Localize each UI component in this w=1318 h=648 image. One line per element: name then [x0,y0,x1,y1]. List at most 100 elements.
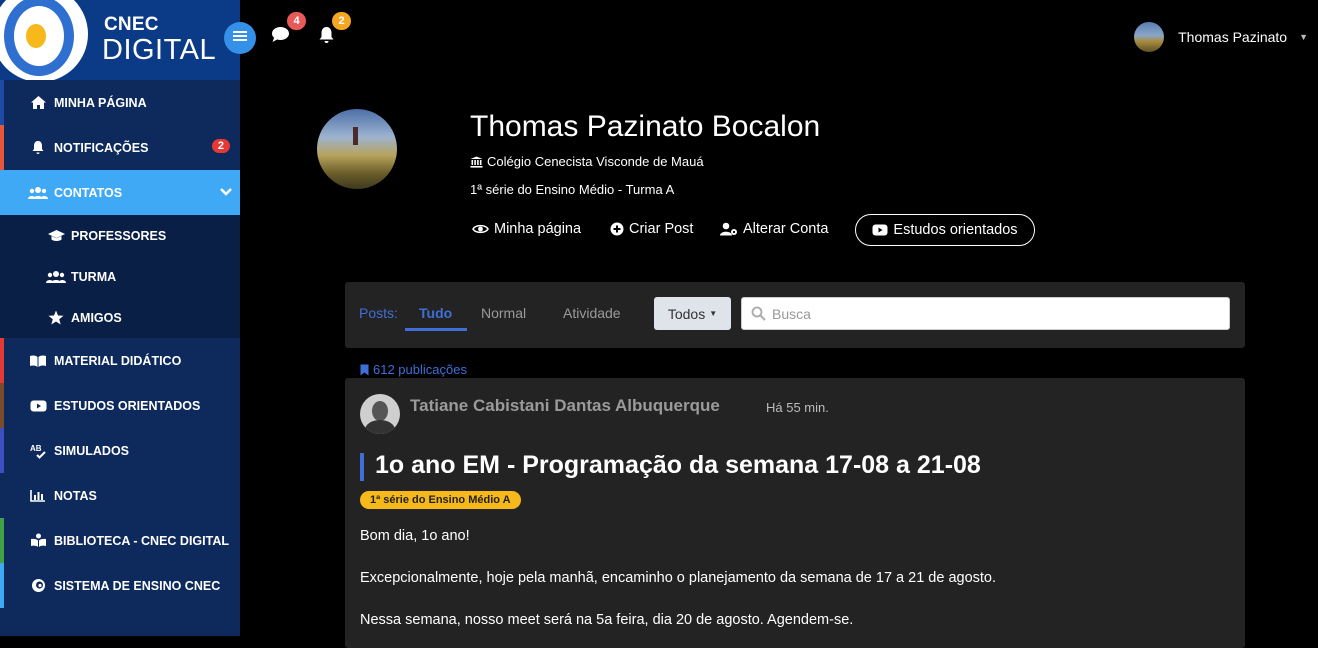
bell-icon [28,140,48,156]
guided-studies-label: Estudos orientados [893,222,1018,238]
star-icon [46,310,66,326]
active-tab-indicator [405,328,467,331]
post-paragraph: Bom dia, 1o ano! [360,528,470,544]
svg-text:AB: AB [30,444,42,453]
caret-down-icon: ▼ [1299,32,1308,42]
post-paragraph: Excepcionalmente, hoje pela manhã, encam… [360,570,997,586]
posts-filter-bar: Posts: Tudo Normal Atividade Todos ▼ [345,282,1245,348]
post-paragraph: Nessa semana, nosso meet será na 5a feir… [360,612,854,628]
sidebar-item-label: SISTEMA DE ENSINO CNEC [54,578,221,593]
post-time: Há 55 min. [766,400,829,415]
youtube-icon [28,398,48,414]
dropdown-value: Todos [667,305,706,322]
tab-tudo[interactable]: Tudo [419,305,452,321]
sidebar-item-estudos-orientados[interactable]: ESTUDOS ORIENTADOS [0,383,240,428]
search-field [741,297,1230,330]
sidebar-subitem-label: TURMA [71,269,117,284]
caret-down-icon: ▼ [709,309,718,318]
sidebar-menu: MINHA PÁGINA NOTIFICAÇÕES 2 CONTATOS PRO… [0,80,240,608]
sidebar: CNEC DIGITAL MINHA PÁGINA NOTIFICAÇÕES 2… [0,0,240,636]
spellcheck-icon: AB [28,443,48,459]
home-icon [28,95,48,111]
messages-button[interactable] [271,26,290,48]
institution-icon [470,156,483,168]
sidebar-item-label: SIMULADOS [54,443,129,458]
avatar-head [372,401,388,421]
profile-class: 1ª série do Ensino Médio - Turma A [470,182,675,197]
users-icon [28,185,48,201]
publications-count: 612 publicações [360,362,467,377]
plus-circle-icon [610,222,624,236]
post-class-tag: 1ª série do Ensino Médio A [360,491,521,509]
sidebar-item-contatos[interactable]: CONTATOS [0,170,240,215]
bookmark-icon [360,364,369,376]
create-post-label: Criar Post [629,221,694,237]
my-page-label: Minha página [494,221,582,237]
sidebar-item-simulados[interactable]: AB SIMULADOS [0,428,240,473]
post-author[interactable]: Tatiane Cabistani Dantas Albuquerque [410,396,720,416]
avatar-body [365,420,395,434]
sidebar-item-label: CONTATOS [54,185,123,200]
book-icon [28,353,48,369]
my-page-link[interactable]: Minha página [472,221,581,237]
post-card: Tatiane Cabistani Dantas Albuquerque Há … [345,378,1245,648]
avatar-figure [353,127,358,145]
sidebar-item-biblioteca[interactable]: BIBLIOTECA - CNEC DIGITAL [0,518,240,563]
change-account-button[interactable]: Alterar Conta [720,221,828,237]
profile-school: Colégio Cenecista Visconde de Mauá [470,154,704,169]
create-post-button[interactable]: Criar Post [610,221,693,237]
tab-normal[interactable]: Normal [481,305,526,321]
posts-label: Posts: [359,305,398,321]
hamburger-icon [233,29,247,47]
title-accent-bar [360,453,364,481]
menu-toggle-button[interactable] [224,22,256,54]
guided-studies-button[interactable]: Estudos orientados [855,214,1035,246]
publications-count-text: 612 publicações [373,362,467,377]
user-cog-icon [720,222,738,236]
school-name: Colégio Cenecista Visconde de Mauá [487,154,704,169]
reader-icon [28,533,48,549]
search-input[interactable] [772,298,1222,329]
user-menu[interactable]: Thomas Pazinato ▼ [1134,22,1308,52]
sidebar-subitem-label: AMIGOS [71,310,122,325]
notifications-count-badge: 2 [332,12,351,30]
sidebar-item-label: BIBLIOTECA - CNEC DIGITAL [54,533,229,548]
graduation-cap-icon [46,228,66,244]
chevron-down-icon [220,184,232,200]
profile-avatar [317,109,397,189]
bell-icon [318,27,335,48]
tab-atividade[interactable]: Atividade [563,305,621,321]
post-type-dropdown[interactable]: Todos ▼ [654,297,731,330]
sidebar-item-label: MATERIAL DIDÁTICO [54,353,182,368]
sidebar-item-label: NOTIFICAÇÕES [54,140,149,155]
brand-line-1: CNEC [104,14,159,35]
sidebar-item-label: MINHA PÁGINA [54,95,147,110]
eye-icon [472,223,489,235]
notifications-badge: 2 [211,139,230,153]
avatar [1134,22,1165,52]
post-title[interactable]: 1o ano EM - Programação da semana 17-08 … [375,451,981,480]
profile-name: Thomas Pazinato Bocalon [470,110,821,143]
notifications-button[interactable] [318,26,335,49]
cnec-digital-logo[interactable]: CNEC DIGITAL [0,0,240,80]
brand-line-2: DIGITAL [102,34,217,66]
sidebar-item-notificacoes[interactable]: NOTIFICAÇÕES 2 [0,125,240,170]
comment-icon [271,27,290,47]
author-avatar[interactable] [360,394,400,434]
youtube-icon [872,224,888,236]
sidebar-item-label: ESTUDOS ORIENTADOS [54,398,201,413]
sidebar-item-minha-pagina[interactable]: MINHA PÁGINA [0,80,240,125]
sidebar-item-label: NOTAS [54,488,97,503]
sidebar-item-notas[interactable]: NOTAS [0,473,240,518]
users-icon [46,269,66,285]
search-icon [751,306,766,326]
sidebar-item-sistema-de-ensino[interactable]: SISTEMA DE ENSINO CNEC [0,563,240,608]
messages-count-badge: 4 [287,12,306,30]
sidebar-subitem-turma[interactable]: TURMA [0,256,240,297]
sidebar-item-material-didatico[interactable]: MATERIAL DIDÁTICO [0,338,240,383]
sidebar-subitem-amigos[interactable]: AMIGOS [0,297,240,338]
cnec-icon [28,578,48,594]
change-account-label: Alterar Conta [743,221,829,237]
chart-icon [28,488,48,504]
sidebar-subitem-professores[interactable]: PROFESSORES [0,215,240,256]
